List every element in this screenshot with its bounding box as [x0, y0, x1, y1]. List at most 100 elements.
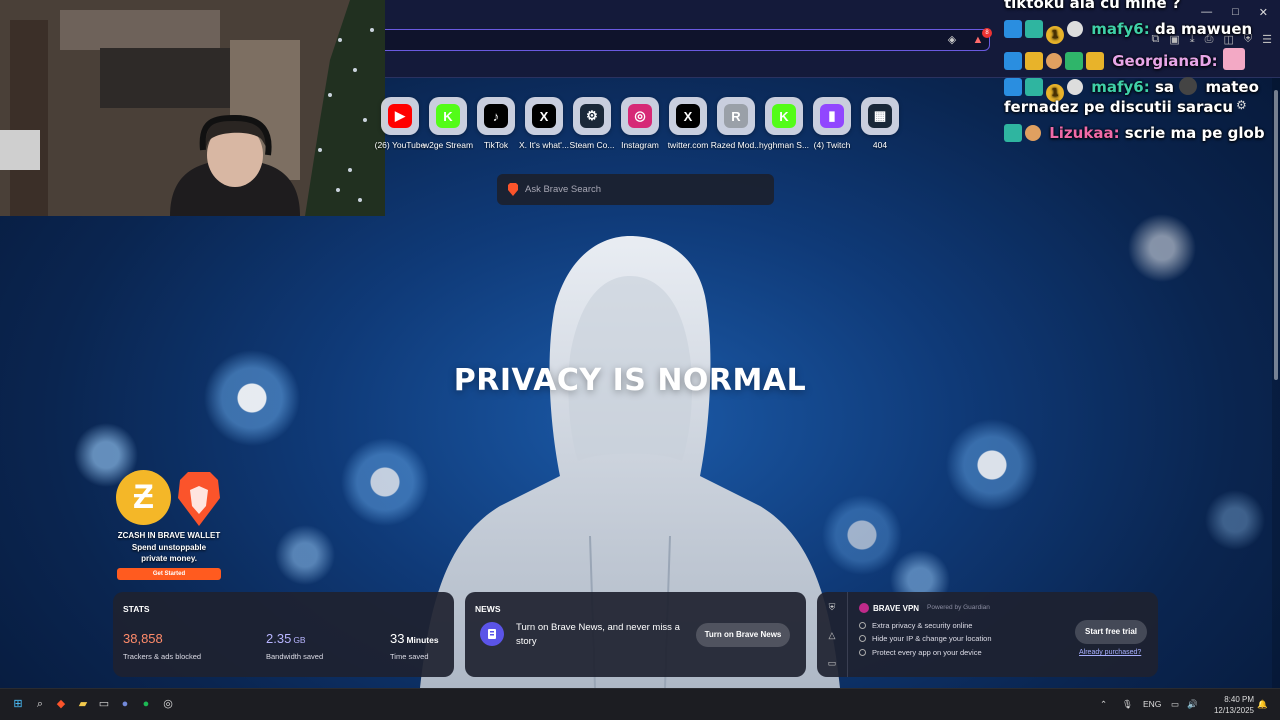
- image-tile-icon: ▦: [868, 104, 892, 128]
- zcash-title: ZCASH IN BRAVE WALLET: [117, 531, 221, 540]
- already-purchased-link[interactable]: Already purchased?: [1079, 649, 1141, 656]
- check-circle-icon: [859, 649, 866, 656]
- badge-icon: [1004, 124, 1022, 142]
- check-circle-icon: [859, 622, 866, 629]
- vpn-logo-icon: [859, 603, 869, 613]
- clock-date: 12/13/2025: [1213, 706, 1254, 715]
- stream-chat-overlay: tiktoku ala cu mine ? 1 mafy6: da mawuen…: [1000, 0, 1280, 150]
- vpn-brand: BRAVE VPN: [859, 603, 919, 613]
- brave-lion-icon: [508, 183, 518, 196]
- chat-text: scrie ma pe glob: [1124, 124, 1265, 142]
- rewards-triangle-icon[interactable]: △: [827, 630, 837, 640]
- zcash-subtitle-line: Spend unstoppable: [131, 543, 207, 552]
- check-circle-icon: [859, 635, 866, 642]
- zcash-coin-icon: Ƶ: [116, 470, 171, 525]
- brave-lion-logo: [178, 472, 220, 526]
- news-title: NEWS: [475, 604, 501, 614]
- vpn-feature: Protect every app on your device: [859, 648, 982, 657]
- chat-username: mafy6:: [1091, 78, 1150, 96]
- bandwidth-stat: 2.35 GB Bandwidth saved: [266, 630, 323, 661]
- spotify-icon[interactable]: ●: [139, 697, 153, 711]
- time-unit: Minutes: [406, 635, 439, 645]
- start-windows-icon[interactable]: ⊞: [11, 697, 25, 711]
- avatar-icon: [1067, 21, 1083, 37]
- badge-icon: [1004, 52, 1022, 70]
- avatar-icon: [1067, 79, 1083, 95]
- chat-text: fernadez pe discutii saracu: [1004, 98, 1234, 116]
- badge-icon: [1025, 78, 1043, 96]
- obs-icon[interactable]: ◎: [161, 697, 175, 711]
- brave-browser-icon[interactable]: ◆: [54, 697, 68, 711]
- time-label: Time saved: [390, 652, 429, 661]
- avatar-icon: [1025, 125, 1041, 141]
- news-widget: NEWS Turn on Brave News, and never miss …: [465, 592, 806, 677]
- bandwidth-value: 2.35: [266, 631, 292, 646]
- app-icon[interactable]: ▭: [97, 697, 111, 711]
- microphone-icon[interactable]: 🎙: [1122, 699, 1133, 710]
- chat-username: mafy6:: [1091, 20, 1150, 38]
- chat-message: Lizukaa: scrie ma pe glob: [1004, 124, 1265, 142]
- stats-widget: STATS 38,858 Trackers & ads blocked 2.35…: [113, 592, 454, 677]
- video-call-icon[interactable]: ▭: [827, 658, 837, 668]
- zcash-wallet-promo: Ƶ ZCASH IN BRAVE WALLET Spend unstoppabl…: [116, 470, 222, 582]
- top-site-tile[interactable]: ▦ 404: [840, 97, 920, 150]
- gift-badge-icon: [1065, 52, 1083, 70]
- vpn-widget: ⛨ △ ▭ BRAVE VPN Powered by Guardian Extr…: [817, 592, 1158, 677]
- badge-icon: [1004, 78, 1022, 96]
- avatar-icon: [1046, 53, 1062, 69]
- settings-gear-icon[interactable]: ⚙: [1236, 98, 1247, 112]
- zcash-subtitle-line: private money.: [141, 554, 197, 563]
- top-site-favicon[interactable]: ▦: [861, 97, 899, 135]
- language-indicator[interactable]: ENG: [1143, 699, 1161, 709]
- vpn-shield-icon[interactable]: ⛨: [827, 602, 837, 612]
- badge-icon: [1004, 20, 1022, 38]
- chat-text: da mawuen: [1154, 20, 1253, 38]
- headline: PRIVACY IS NORMAL: [453, 363, 807, 398]
- address-bar[interactable]: ◈ ▲ 8: [300, 28, 992, 51]
- notification-bell-icon[interactable]: 🔔: [1257, 699, 1268, 710]
- chat-message: tiktoku ala cu mine ?: [1004, 0, 1181, 12]
- emote-icon: [1222, 48, 1245, 70]
- discord-icon[interactable]: ●: [118, 697, 132, 711]
- chat-message-continued: fernadez pe discutii saracu: [1004, 98, 1233, 116]
- widget-switcher: ⛨ △ ▭: [817, 592, 848, 677]
- vpn-powered-by: Powered by Guardian: [927, 604, 990, 611]
- news-message: Turn on Brave News, and never miss a sto…: [516, 622, 680, 647]
- brave-shields-icon[interactable]: ◈: [945, 33, 959, 47]
- time-value: 33: [390, 631, 405, 646]
- vpn-feature-text: Extra privacy & security online: [872, 621, 973, 630]
- network-icon[interactable]: ▭: [1171, 699, 1179, 710]
- search-input[interactable]: [525, 174, 765, 205]
- start-free-trial-button[interactable]: Start free trial: [1075, 620, 1147, 644]
- crown-badge-icon: [1025, 52, 1043, 70]
- search-icon[interactable]: ⌕: [33, 697, 47, 711]
- trackers-label: Trackers & ads blocked: [123, 652, 202, 661]
- tray-chevron-icon[interactable]: ⌃: [1100, 699, 1107, 710]
- windows-taskbar: ⊞ ⌕ ◆ ▰ ▭ ● ● ◎ ⌃ 🎙 ENG ▭ 🔊 8:40 PM 12/1…: [0, 688, 1280, 720]
- vpn-feature-text: Protect every app on your device: [872, 648, 982, 657]
- badge-icon: [1025, 20, 1043, 38]
- system-clock[interactable]: 8:40 PM 12/13/2025: [1204, 694, 1254, 716]
- scrollbar-thumb[interactable]: [1274, 90, 1278, 380]
- chat-text: tiktoku ala cu mine ?: [1004, 0, 1181, 12]
- trackers-stat: 38,858 Trackers & ads blocked: [123, 630, 201, 661]
- vpn-feature: Hide your IP & change your location: [859, 634, 992, 643]
- time-stat: 33 Minutes Time saved: [390, 630, 439, 661]
- turn-on-news-button[interactable]: Turn on Brave News: [696, 623, 790, 647]
- sub-badge-icon: 1: [1046, 26, 1064, 44]
- chat-message: 1 mafy6: da mawuen: [1004, 20, 1252, 44]
- vpn-feature-text: Hide your IP & change your location: [872, 634, 992, 643]
- notification-badge: 8: [982, 28, 992, 38]
- volume-icon[interactable]: 🔊: [1187, 699, 1198, 710]
- chat-username: Lizukaa:: [1049, 124, 1120, 142]
- brave-search-box[interactable]: [497, 174, 774, 205]
- chat-message: GeorgianaD:: [1004, 48, 1248, 70]
- file-explorer-icon[interactable]: ▰: [76, 697, 90, 711]
- page-scrollbar[interactable]: [1272, 78, 1280, 688]
- clock-time: 8:40 PM: [1224, 695, 1254, 704]
- vpn-feature: Extra privacy & security online: [859, 621, 972, 630]
- get-started-button[interactable]: Get Started: [117, 568, 221, 580]
- stats-title: STATS: [123, 604, 150, 614]
- chat-text: mateo: [1205, 78, 1259, 96]
- 7tv-badge-icon: [1086, 52, 1104, 70]
